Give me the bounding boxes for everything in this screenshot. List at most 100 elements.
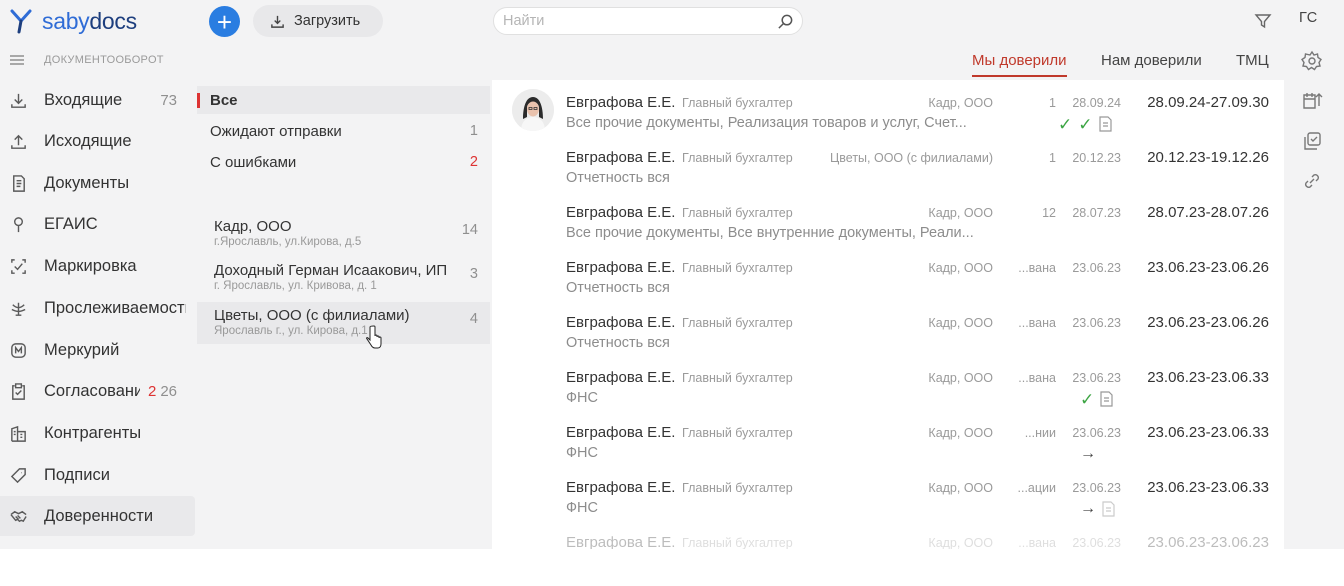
document-org: Кадр, ООО: [928, 261, 993, 275]
document-stamp-icon[interactable]: [1098, 116, 1112, 132]
filter-count: 2: [469, 154, 478, 170]
document-date: 23.06.23: [1072, 261, 1121, 275]
nav-item-traceability[interactable]: Прослеживаемость: [0, 288, 195, 328]
document-description: Отчетность вся: [566, 335, 670, 351]
building-pin-icon: [8, 423, 28, 443]
document-author: Евграфова Е.Е.: [566, 479, 676, 496]
document-stamp-icon[interactable]: [1100, 391, 1113, 407]
document-row[interactable]: Евграфова Е.Е. Главный бухгалтер ФНС Кадр, …: [492, 357, 1284, 412]
document-description: Все прочие документы, Все внутренние док…: [566, 225, 974, 241]
document-row[interactable]: Евграфова Е.Е. Главный бухгалтер Кадр, ООО…: [492, 522, 1284, 549]
document-date: 23.06.23: [1072, 371, 1121, 385]
nav-item-mercury[interactable]: Меркурий: [0, 330, 195, 370]
clipboard-check-icon: [8, 381, 28, 401]
logo[interactable]: sabydocs: [10, 6, 137, 36]
nav-counts: 2 26: [147, 382, 177, 400]
filter-all[interactable]: Все: [197, 86, 490, 114]
validity-range: 23.06.23-23.06.33: [1147, 479, 1269, 496]
logo-text: sabydocs: [42, 7, 137, 34]
org-item[interactable]: Цветы, ООО (с филиалами) Ярославль г., у…: [197, 302, 490, 344]
document-author: Евграфова Е.Е.: [566, 369, 676, 386]
arrow-right-icon[interactable]: →: [1080, 501, 1096, 517]
filter-awaiting-send[interactable]: Ожидают отправки 1: [197, 117, 490, 145]
section-header[interactable]: ДОКУМЕНТООБОРОТ: [10, 52, 164, 68]
document-row[interactable]: Евграфова Е.Е. Главный бухгалтер Все прочи…: [492, 82, 1284, 137]
status-icons: ✓: [1080, 390, 1113, 408]
section-label: ДОКУМЕНТООБОРОТ: [44, 54, 164, 66]
search-icon[interactable]: [777, 13, 794, 30]
author-role: Главный бухгалтер: [682, 206, 793, 220]
document-date: 23.06.23: [1072, 426, 1121, 440]
eagle-emblem-icon: [8, 298, 28, 318]
org-count: 4: [469, 311, 478, 327]
document-date: 28.07.23: [1072, 206, 1121, 220]
check-icon[interactable]: ✓: [1080, 391, 1094, 408]
document-org: Кадр, ООО: [928, 426, 993, 440]
document-count: ...вана: [1018, 261, 1056, 275]
tab-entrusted-to-us[interactable]: Нам доверили: [1101, 52, 1202, 69]
signature-tag-icon: [8, 465, 28, 485]
check-icon[interactable]: ✓: [1078, 116, 1092, 133]
document-row[interactable]: Евграфова Е.Е. Главный бухгалтер ФНС Кадр, …: [492, 412, 1284, 467]
filter-panel: Все Ожидают отправки 1 С ошибками 2 Кадр…: [197, 83, 490, 549]
document-count: ...вана: [1018, 371, 1056, 385]
menu-icon[interactable]: [10, 55, 24, 65]
nav-item-approvals[interactable]: Согласования 226: [0, 371, 195, 411]
document-row[interactable]: Евграфова Е.Е. Главный бухгалтер Отчетност…: [492, 247, 1284, 302]
nav-item-outgoing[interactable]: Исходящие: [0, 121, 195, 161]
nav-item-contractors[interactable]: Контрагенты: [0, 413, 195, 453]
document-org: Кадр, ООО: [928, 96, 993, 110]
author-role: Главный бухгалтер: [682, 96, 793, 110]
document-row[interactable]: Евграфова Е.Е. Главный бухгалтер Отчетност…: [492, 302, 1284, 357]
document-row[interactable]: Евграфова Е.Е. Главный бухгалтер Отчетност…: [492, 137, 1284, 192]
document-org: Кадр, ООО: [928, 536, 993, 549]
nav-item-powers-of-attorney[interactable]: Доверенности: [0, 496, 195, 536]
settings-icon[interactable]: [1301, 50, 1323, 72]
app-window: sabydocs ДОКУМЕНТООБОРОТ Входящие 73 Исх…: [0, 0, 1344, 549]
status-icons: →: [1080, 500, 1115, 518]
tab-inventory[interactable]: ТМЦ: [1236, 52, 1269, 69]
org-count: 14: [461, 222, 478, 238]
handshake-icon: [8, 506, 28, 526]
document-author: Евграфова Е.Е.: [566, 149, 676, 166]
document-row[interactable]: Евграфова Е.Е. Главный бухгалтер Все прочи…: [492, 192, 1284, 247]
upload-icon: [8, 131, 28, 151]
org-name: Цветы, ООО (с филиалами): [214, 307, 410, 324]
marking-check-icon: [8, 256, 28, 276]
document-org: Кадр, ООО: [928, 206, 993, 220]
document-author: Евграфова Е.Е.: [566, 424, 676, 441]
author-role: Главный бухгалтер: [682, 371, 793, 385]
nav-item-documents[interactable]: Документы: [0, 163, 195, 203]
mercury-icon: [8, 340, 28, 360]
filter-with-errors[interactable]: С ошибками 2: [197, 148, 490, 176]
nav-item-incoming[interactable]: Входящие 73: [0, 80, 195, 120]
org-item[interactable]: Кадр, ООО г.Ярославль, ул.Кирова, д.5 14: [197, 213, 490, 255]
document-date: 28.09.24: [1072, 96, 1121, 110]
document-org: Кадр, ООО: [928, 316, 993, 330]
tab-we-entrusted[interactable]: Мы доверили: [972, 52, 1067, 77]
document-stamp-icon[interactable]: [1102, 501, 1115, 517]
nav-item-egais[interactable]: ЕГАИС: [0, 204, 195, 244]
document-description: Отчетность вся: [566, 170, 670, 186]
link-icon[interactable]: [1301, 170, 1323, 192]
upload-button[interactable]: Загрузить: [253, 5, 383, 37]
filter-icon[interactable]: [1254, 12, 1272, 30]
document-row[interactable]: Евграфова Е.Е. Главный бухгалтер ФНС Кадр, …: [492, 467, 1284, 522]
add-button[interactable]: +: [209, 6, 240, 37]
arrow-right-icon[interactable]: →: [1080, 446, 1096, 462]
check-icon[interactable]: ✓: [1058, 116, 1072, 133]
document-author: Евграфова Е.Е.: [566, 204, 676, 221]
user-initials[interactable]: ГС: [1299, 10, 1318, 26]
nav-item-signatures[interactable]: Подписи: [0, 455, 195, 495]
org-item[interactable]: Доходный Герман Исаакович, ИП г. Ярослав…: [197, 257, 490, 299]
copy-check-icon[interactable]: [1301, 130, 1323, 152]
search-field[interactable]: [493, 7, 803, 35]
validity-range: 23.06.23-23.06.33: [1147, 424, 1269, 441]
author-role: Главный бухгалтер: [682, 481, 793, 495]
download-tray-icon: [271, 15, 284, 28]
nav-item-marking[interactable]: Маркировка: [0, 246, 195, 286]
calendar-upload-icon[interactable]: [1301, 89, 1323, 111]
document-description: ФНС: [566, 500, 598, 516]
search-input[interactable]: [503, 13, 763, 29]
document-date: 20.12.23: [1072, 151, 1121, 165]
